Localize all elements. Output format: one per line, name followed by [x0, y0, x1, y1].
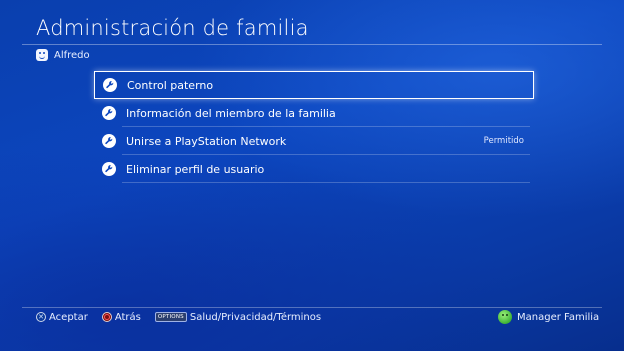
wrench-icon: [103, 78, 117, 92]
menu-divider: [122, 182, 530, 183]
page-title: Administración de familia: [36, 16, 309, 40]
manager-avatar-icon: [498, 310, 512, 324]
wrench-icon: [102, 106, 116, 120]
wrench-icon: [102, 134, 116, 148]
options-label: Salud/Privacidad/Términos: [189, 311, 322, 323]
back-label: Atrás: [114, 311, 141, 323]
accept-label: Aceptar: [49, 311, 88, 323]
current-user: Alfredo: [36, 49, 90, 61]
menu-item-label: Unirse a PlayStation Network: [126, 134, 287, 148]
menu-item-label: Control paterno: [127, 78, 214, 92]
wrench-icon: [102, 162, 116, 176]
circle-button-icon: [101, 312, 112, 322]
user-name: Alfredo: [54, 49, 90, 61]
menu-item-status: Permitido: [483, 136, 524, 146]
menu-item-unirse-psn[interactable]: Unirse a PlayStation Network Permitido: [94, 127, 534, 155]
menu-item-label: Eliminar perfil de usuario: [126, 162, 265, 176]
family-manager: Manager Familia: [498, 310, 599, 324]
header-divider: [22, 44, 602, 45]
manager-label: Manager Familia: [517, 311, 600, 323]
back-hint[interactable]: Atrás: [101, 311, 141, 323]
cross-button-icon: ✕: [36, 312, 46, 322]
menu-item-label: Información del miembro de la familia: [126, 106, 336, 120]
options-button-icon: OPTIONS: [154, 312, 187, 322]
options-hint[interactable]: OPTIONS Salud/Privacidad/Términos: [154, 311, 322, 323]
menu-item-eliminar-perfil[interactable]: Eliminar perfil de usuario: [94, 155, 534, 183]
family-menu: Control paterno Información del miembro …: [94, 71, 534, 183]
user-avatar-icon: [36, 49, 48, 61]
menu-item-control-paterno[interactable]: Control paterno: [94, 71, 534, 99]
footer-divider: [22, 307, 602, 308]
accept-hint[interactable]: ✕ Aceptar: [36, 312, 88, 323]
menu-item-informacion-miembro[interactable]: Información del miembro de la familia: [94, 99, 534, 127]
button-hints-bar: ✕ Aceptar Atrás OPTIONS Salud/Privacidad…: [36, 310, 604, 324]
